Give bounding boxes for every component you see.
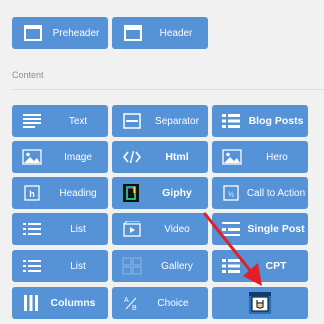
separator-label: Separator <box>155 115 199 127</box>
single-post-block[interactable]: Single Post <box>212 213 308 245</box>
separator-block[interactable]: Separator <box>112 105 208 137</box>
image-label: Image <box>64 151 92 163</box>
svg-text:B: B <box>132 305 137 311</box>
single-post-label: Single Post <box>247 223 305 235</box>
preheader-block[interactable]: Preheader <box>12 17 108 49</box>
columns-label: Columns <box>50 297 96 309</box>
section-divider <box>12 89 324 90</box>
choice-label: Choice <box>157 297 189 309</box>
image-icon <box>22 149 42 165</box>
section-title: Content <box>12 70 44 80</box>
text-lines-icon <box>23 114 41 128</box>
svg-text:½: ½ <box>228 191 234 199</box>
hero-label: Hero <box>266 151 288 163</box>
code-icon <box>123 150 141 164</box>
cpt-icon <box>222 259 240 273</box>
custom-plugin-block[interactable] <box>212 287 308 319</box>
call-to-action-block[interactable]: ½ Call to Action <box>212 177 308 209</box>
heading-block[interactable]: h Heading <box>12 177 108 209</box>
single-post-icon <box>222 222 240 236</box>
choice-ab-icon: A B <box>124 297 137 311</box>
hero-block[interactable]: Hero <box>212 141 308 173</box>
blog-posts-block[interactable]: Blog Posts <box>212 105 308 137</box>
list-icon <box>23 260 41 272</box>
cpt-label: CPT <box>265 260 287 272</box>
blog-posts-icon <box>222 114 240 128</box>
giphy-icon <box>123 184 139 202</box>
giphy-label: Giphy <box>162 187 192 199</box>
panel-icon <box>24 25 42 41</box>
call-to-action-label: Call to Action <box>246 187 306 199</box>
html-block[interactable]: Html <box>112 141 208 173</box>
text-label: Text <box>68 115 88 127</box>
choice-block[interactable]: A B Choice <box>112 287 208 319</box>
svg-text:h: h <box>29 189 35 199</box>
separator-icon <box>123 113 141 129</box>
list-label: List <box>70 223 86 235</box>
gallery-block[interactable]: Gallery <box>112 250 208 282</box>
header-block[interactable]: Header <box>112 17 208 49</box>
video-block[interactable]: Video <box>112 213 208 245</box>
gallery-label: Gallery <box>161 260 193 272</box>
custom-plugin-label <box>212 287 308 319</box>
giphy-block[interactable]: Giphy <box>112 177 208 209</box>
header-label: Header <box>159 27 193 39</box>
image-block[interactable]: Image <box>12 141 108 173</box>
header-panel-icon <box>124 25 142 41</box>
columns-block[interactable]: Columns <box>12 287 108 319</box>
list-block[interactable]: List <box>12 213 108 245</box>
preheader-label: Preheader <box>52 27 100 39</box>
columns-icon <box>24 295 38 311</box>
video-icon <box>123 221 141 237</box>
text-block[interactable]: Text <box>12 105 108 137</box>
html-label: Html <box>165 151 189 163</box>
call-to-action-icon: ½ <box>223 185 239 201</box>
list-block-2[interactable]: List <box>12 250 108 282</box>
list-icon <box>23 223 41 235</box>
hero-image-icon <box>222 149 242 165</box>
cpt-block[interactable]: CPT <box>212 250 308 282</box>
gallery-icon <box>122 257 142 275</box>
list-label-2: List <box>70 260 86 272</box>
blog-posts-label: Blog Posts <box>248 115 304 127</box>
heading-icon: h <box>24 185 40 201</box>
heading-label: Heading <box>59 187 97 199</box>
video-label: Video <box>164 223 190 235</box>
svg-text:A: A <box>124 297 129 304</box>
